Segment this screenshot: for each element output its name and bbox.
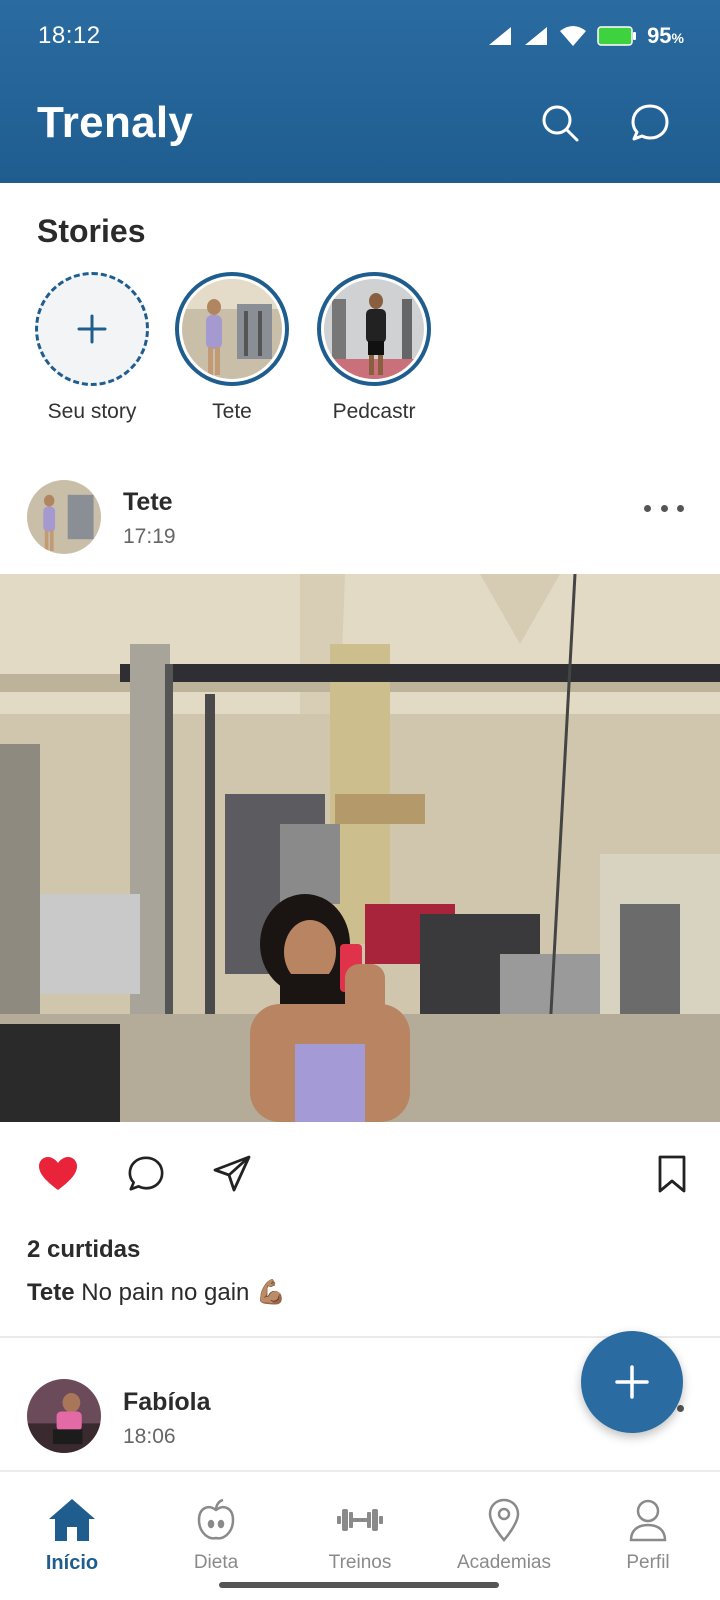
caption-author[interactable]: Tete xyxy=(27,1279,75,1306)
status-time: 18:12 xyxy=(38,22,101,49)
avatar[interactable] xyxy=(27,480,101,554)
chat-bubble-icon xyxy=(631,104,669,141)
nav-label: Dieta xyxy=(193,1552,239,1573)
story-tete[interactable]: Tete xyxy=(167,272,297,424)
nav-label: Perfil xyxy=(626,1552,670,1573)
dumbbell-icon xyxy=(337,1509,383,1531)
story-add[interactable]: Seu story xyxy=(27,272,157,424)
story-ring[interactable] xyxy=(317,272,431,386)
battery-level: 95% xyxy=(647,23,684,48)
search-button[interactable] xyxy=(537,100,583,146)
signal-icon xyxy=(525,27,548,45)
location-pin-icon xyxy=(488,1498,520,1542)
home-icon xyxy=(49,1499,95,1541)
comment-icon xyxy=(128,1156,164,1191)
create-post-button[interactable] xyxy=(581,1331,683,1433)
heart-icon xyxy=(39,1157,77,1190)
app-header: 18:12 95% Trenaly xyxy=(0,0,720,183)
dot xyxy=(660,504,668,512)
send-icon xyxy=(213,1155,251,1192)
post-image[interactable] xyxy=(0,574,720,1122)
story-ring[interactable] xyxy=(175,272,289,386)
story-photo xyxy=(324,279,424,379)
avatar[interactable] xyxy=(27,1379,101,1453)
battery-icon xyxy=(597,26,637,46)
dot xyxy=(677,1404,684,1412)
post-time: 18:06 xyxy=(123,1425,176,1448)
story-label: Seu story xyxy=(47,400,137,423)
nav-label: Treinos xyxy=(328,1552,392,1573)
story-pedcastr[interactable]: Pedcastr xyxy=(309,272,439,424)
story-photo xyxy=(182,279,282,379)
signal-icon xyxy=(489,27,512,45)
post-author[interactable]: Fabíola xyxy=(123,1388,211,1417)
stories-title: Stories xyxy=(37,213,146,249)
plus-icon xyxy=(77,314,107,344)
nav-label: Academias xyxy=(457,1552,551,1573)
wifi-icon xyxy=(560,26,587,46)
like-count[interactable]: 2 curtidas xyxy=(27,1236,140,1264)
nav-item-workouts[interactable]: Treinos xyxy=(288,1494,432,1574)
nav-item-gyms[interactable]: Academias xyxy=(432,1494,576,1574)
search-icon xyxy=(542,105,579,142)
story-label: Pedcastr xyxy=(332,400,416,423)
share-button[interactable] xyxy=(208,1150,256,1198)
person-icon xyxy=(629,1499,667,1542)
status-bar: 18:12 95% xyxy=(0,0,720,72)
plus-icon xyxy=(615,1365,649,1399)
bookmark-button[interactable] xyxy=(648,1150,696,1198)
status-icons: 95% xyxy=(487,22,684,50)
like-button[interactable] xyxy=(34,1150,82,1198)
nav-item-home[interactable]: Início xyxy=(0,1494,144,1575)
caption-text: No pain no gain 💪🏽 xyxy=(81,1279,286,1306)
bottom-nav: Início Dieta Treinos Academias Perfil xyxy=(0,1470,720,1600)
bookmark-icon xyxy=(658,1155,686,1193)
post-time: 17:19 xyxy=(123,525,176,548)
apple-icon xyxy=(197,1498,235,1540)
nav-label: Início xyxy=(45,1552,99,1574)
home-indicator[interactable] xyxy=(219,1582,499,1588)
add-story-ring[interactable] xyxy=(35,272,149,386)
comment-button[interactable] xyxy=(122,1150,170,1198)
story-label: Tete xyxy=(212,400,252,423)
messages-button[interactable] xyxy=(627,100,673,146)
post-header: Tete 17:19 xyxy=(0,470,720,570)
nav-item-diet[interactable]: Dieta xyxy=(144,1494,288,1574)
post-caption: Tete No pain no gain 💪🏽 xyxy=(27,1278,286,1307)
more-options-button[interactable] xyxy=(644,496,684,520)
dot xyxy=(644,504,651,512)
post-author[interactable]: Tete xyxy=(123,488,173,517)
app-title: Trenaly xyxy=(37,98,194,147)
nav-item-profile[interactable]: Perfil xyxy=(576,1494,720,1574)
dot xyxy=(677,504,684,512)
post-actions xyxy=(0,1150,720,1210)
